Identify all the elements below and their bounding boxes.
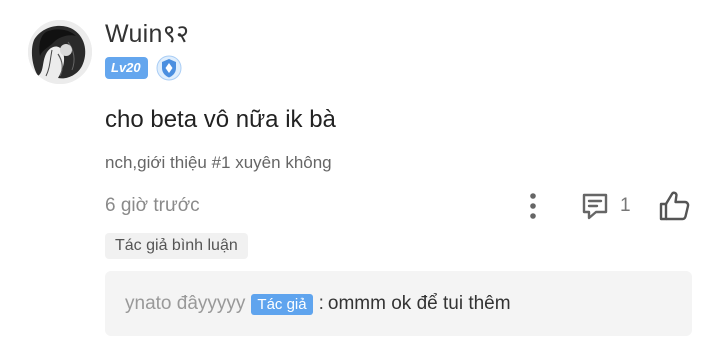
badge-row: Lv20	[105, 55, 182, 81]
shield-badge-icon	[156, 55, 182, 81]
thumbs-up-icon[interactable]	[657, 189, 691, 223]
author-comment-tag: Tác giả bình luận	[105, 233, 248, 259]
level-badge: Lv20	[105, 57, 148, 79]
comment-content: cho beta vô nữa ik bà	[105, 106, 336, 133]
comment-time: 6 giờ trước	[105, 195, 200, 216]
reply-username[interactable]: ynato đâyyyyy	[125, 293, 245, 315]
reply-line: ynato đâyyyyy Tác giả : ommm ok để tui t…	[125, 293, 511, 315]
reply-text: ommm ok để tui thêm	[327, 293, 511, 314]
more-vertical-icon[interactable]	[522, 190, 544, 222]
comment-count: 1	[620, 195, 631, 216]
username[interactable]: Wuin९२	[105, 16, 189, 50]
avatar[interactable]	[28, 20, 92, 84]
comment-tags[interactable]: nch,giới thiệu #1 xuyên không	[105, 153, 332, 173]
reply-separator: :	[318, 293, 324, 314]
author-badge: Tác giả	[251, 293, 313, 315]
comment-icon	[582, 193, 608, 220]
reply-box[interactable]: ynato đâyyyyy Tác giả : ommm ok để tui t…	[105, 271, 692, 336]
comment-button[interactable]: 1	[580, 191, 631, 221]
